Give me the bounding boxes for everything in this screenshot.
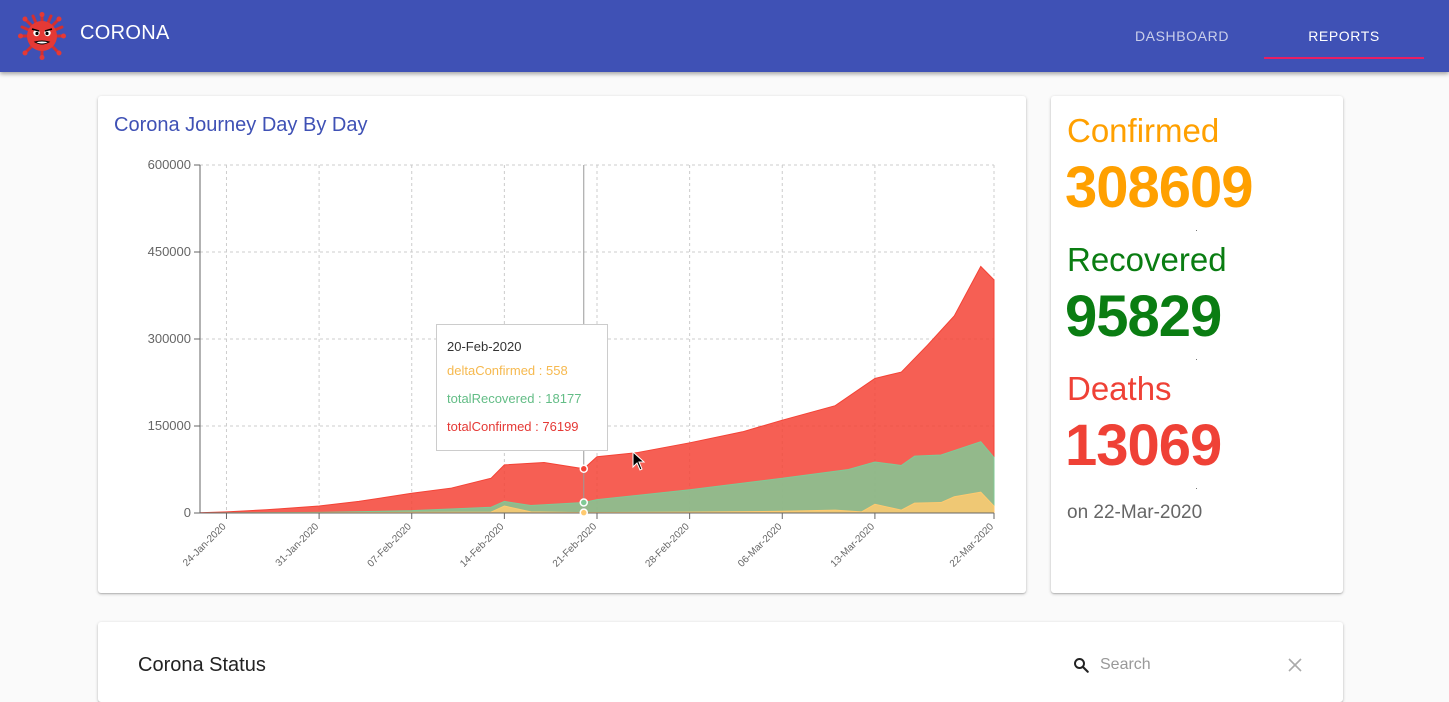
tab-dashboard[interactable]: DASHBOARD — [1102, 0, 1262, 72]
search-input[interactable] — [1098, 653, 1282, 677]
x-tick-label: 31-Jan-2020 — [274, 521, 322, 569]
x-tick-label: 06-Mar-2020 — [736, 521, 785, 570]
x-tick-label: 13-Mar-2020 — [829, 521, 878, 570]
deaths-value: 13069 — [1065, 413, 1222, 478]
y-tick-label: 600000 — [148, 157, 191, 172]
recovered-label: Recovered — [1067, 241, 1227, 278]
confirmed-label: Confirmed — [1067, 112, 1220, 149]
y-tick-label: 450000 — [148, 244, 191, 259]
divider-dot — [1196, 359, 1197, 360]
x-tick-label: 28-Feb-2020 — [643, 521, 692, 570]
divider-dot — [1196, 488, 1197, 489]
y-tick-label: 150000 — [148, 418, 191, 433]
app-bar: CORONA DASHBOARD REPORTS — [0, 0, 1449, 72]
confirmed-value: 308609 — [1065, 155, 1254, 220]
status-title: Corona Status — [138, 654, 266, 676]
close-icon[interactable] — [1288, 658, 1302, 672]
tooltip-date: 20-Feb-2020 — [447, 339, 522, 354]
y-tick-label: 0 — [184, 505, 191, 520]
tooltip-delta-confirmed: deltaConfirmed : 558 — [447, 363, 568, 378]
hover-point-totalConfirmed — [579, 464, 589, 474]
tab-reports[interactable]: REPORTS — [1264, 0, 1424, 72]
stats-card: Confirmed 308609 Recovered 95829 Deaths … — [1051, 96, 1343, 593]
x-tick-label: 07-Feb-2020 — [366, 521, 415, 570]
hover-point-deltaConfirmed — [579, 508, 589, 517]
tooltip-total-recovered: totalRecovered : 18177 — [447, 391, 582, 406]
hover-point-totalRecovered — [579, 498, 589, 507]
x-tick-label: 14-Feb-2020 — [458, 521, 507, 570]
x-tick-label: 22-Mar-2020 — [948, 521, 997, 570]
app-title: CORONA — [80, 22, 170, 44]
x-tick-label: 24-Jan-2020 — [181, 521, 229, 569]
divider-dot — [1196, 230, 1197, 231]
x-tick-label: 21-Feb-2020 — [551, 521, 600, 570]
tooltip-total-confirmed: totalConfirmed : 76199 — [447, 419, 579, 434]
chart-card: Corona Journey Day By Day 0 150000 300000 4… — [98, 96, 1026, 593]
y-tick-label: 300000 — [148, 331, 191, 346]
recovered-value: 95829 — [1065, 284, 1222, 349]
deaths-label: Deaths — [1067, 370, 1172, 407]
active-tab-indicator — [1264, 57, 1424, 59]
virus-logo-icon[interactable] — [18, 12, 66, 60]
search-icon — [1074, 658, 1089, 673]
stats-date: on 22-Mar-2020 — [1067, 502, 1203, 523]
chart-tooltip: 20-Feb-2020 deltaConfirmed : 558 totalRe… — [436, 324, 608, 451]
status-card: Corona Status — [98, 622, 1343, 702]
